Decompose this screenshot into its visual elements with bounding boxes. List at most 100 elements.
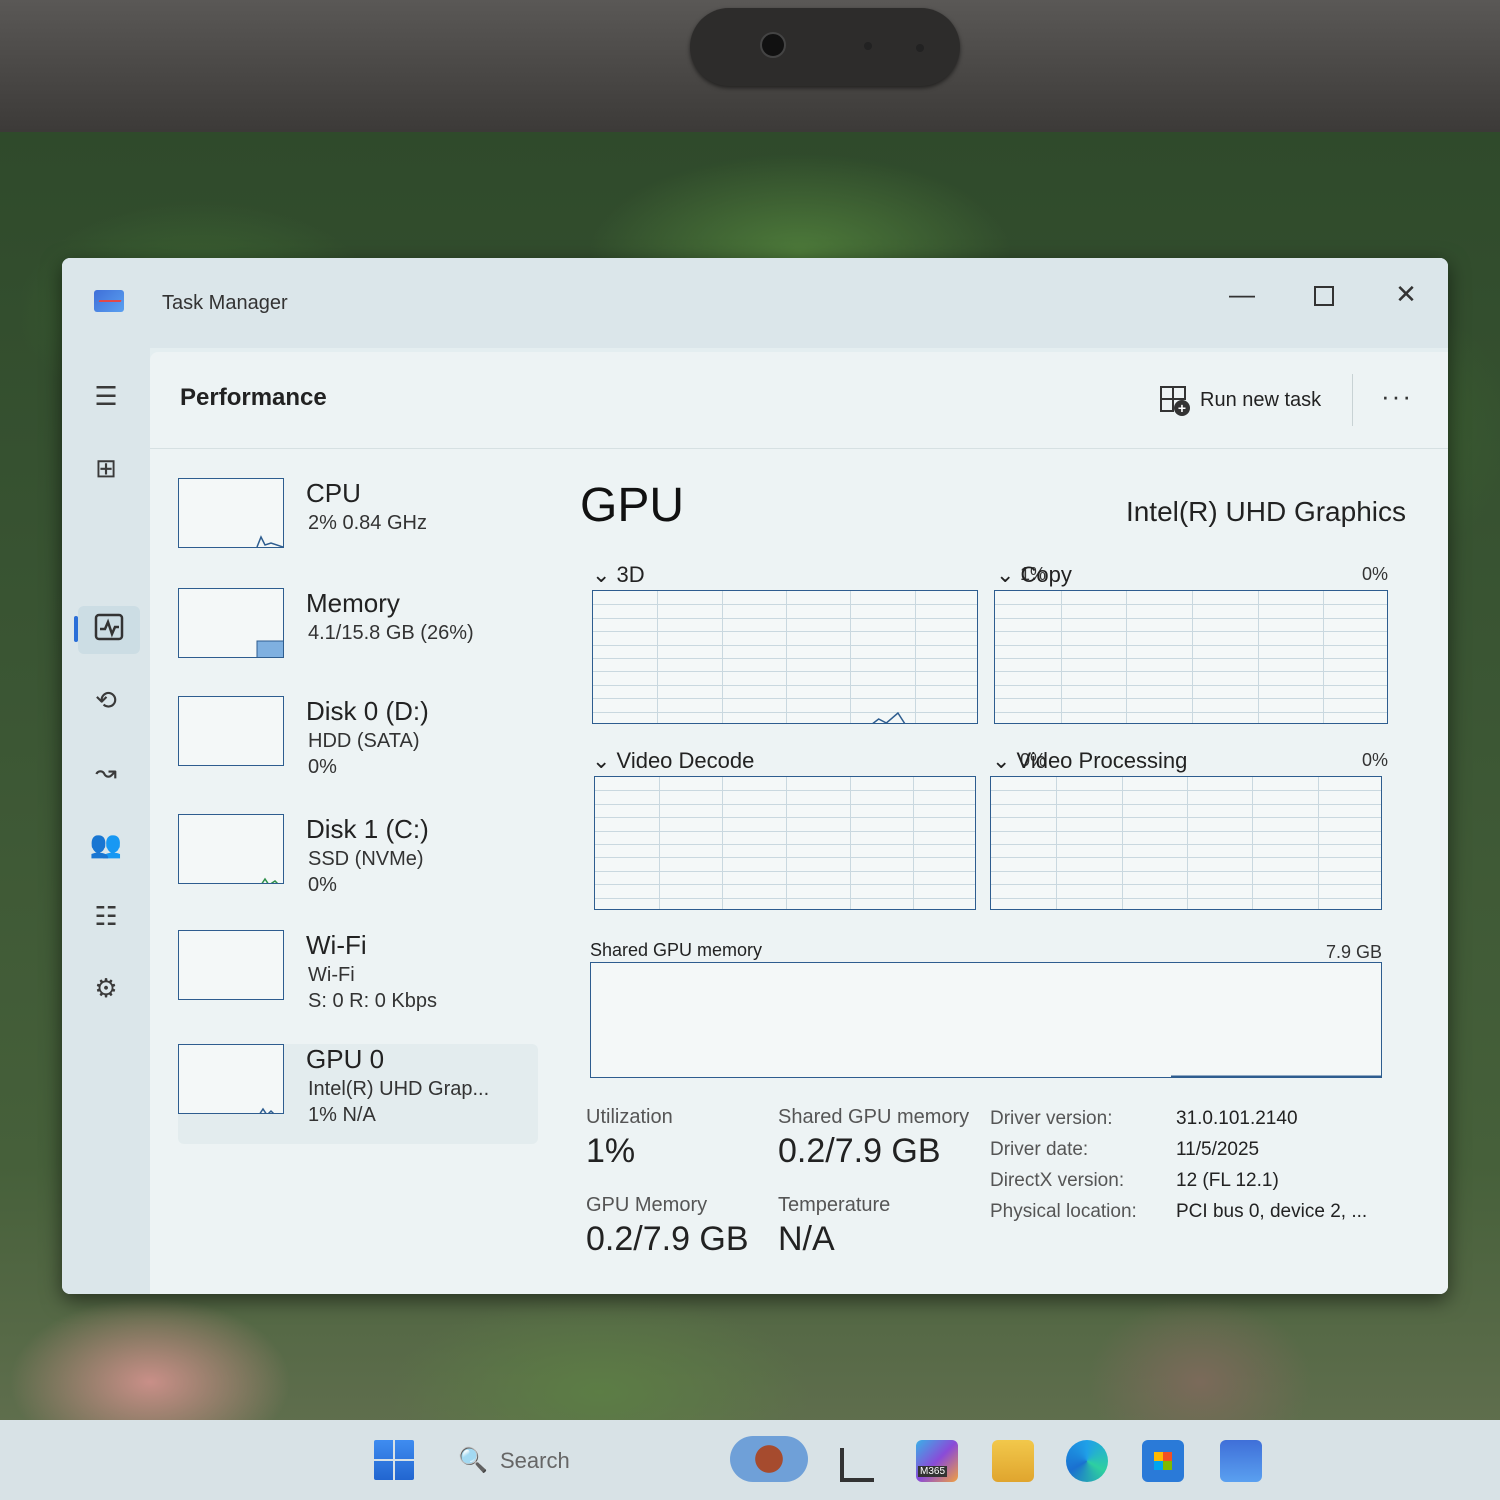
taskbar: 🔍 Search	[0, 1420, 1500, 1500]
device-name: Disk 0 (D:)	[306, 696, 429, 726]
details-icon[interactable]: ☷	[84, 894, 128, 938]
device-item-gpu0[interactable]: GPU 0 Intel(R) UHD Grap... 1% N/A	[178, 1044, 538, 1144]
device-name: Memory	[306, 588, 400, 618]
device-type: HDD (SATA)	[308, 730, 420, 752]
driver-version-label: Driver version:	[990, 1108, 1113, 1129]
physical-location-value: PCI bus 0, device 2, ...	[1176, 1201, 1368, 1222]
utilization-value: 1%	[586, 1132, 636, 1170]
run-task-icon: +	[1160, 386, 1190, 416]
directx-version-label: DirectX version:	[990, 1170, 1125, 1191]
store-icon[interactable]	[1142, 1440, 1184, 1482]
services-icon[interactable]: ⚙	[84, 966, 128, 1010]
driver-date-value: 11/5/2025	[1176, 1139, 1260, 1160]
nav-active-indicator	[74, 616, 78, 642]
driver-version-value: 31.0.101.2140	[1176, 1108, 1298, 1129]
device-item-disk0[interactable]: Disk 0 (D:) HDD (SATA) 0%	[178, 696, 538, 796]
chart-video-decode-selector[interactable]: ⌄ Video Decode	[592, 748, 754, 774]
chart-video-processing	[990, 776, 1382, 910]
chart-3d	[592, 590, 978, 724]
shared-gpu-memory-value: 0.2/7.9 GB	[778, 1132, 941, 1170]
search-icon: 🔍	[458, 1447, 488, 1474]
startup-apps-icon[interactable]: ↝	[84, 750, 128, 794]
cpu-thumbnail-graph	[178, 478, 284, 548]
page-title: Performance	[180, 384, 327, 411]
device-type: Wi-Fi	[308, 964, 355, 986]
chevron-down-icon: ⌄	[592, 562, 617, 587]
device-throughput: S: 0 R: 0 Kbps	[308, 990, 437, 1012]
device-item-memory[interactable]: Memory 4.1/15.8 GB (26%)	[178, 588, 538, 688]
device-stats: 2% 0.84 GHz	[308, 512, 427, 534]
chart-copy-selector[interactable]: ⌄ Copy	[996, 562, 1072, 588]
edge-icon[interactable]	[1066, 1440, 1108, 1482]
gpu0-thumbnail-graph	[178, 1044, 284, 1114]
temperature-label: Temperature	[778, 1194, 891, 1216]
m365-badge: M365	[918, 1466, 948, 1477]
minimize-button[interactable]: —	[1212, 272, 1272, 316]
widgets-icon[interactable]	[730, 1436, 808, 1482]
header-divider	[1352, 374, 1353, 426]
utilization-label: Utilization	[586, 1106, 673, 1128]
chart-video-decode	[594, 776, 976, 910]
device-usage: 0%	[308, 874, 337, 896]
device-item-cpu[interactable]: CPU 2% 0.84 GHz	[178, 478, 538, 578]
physical-location-label: Physical location:	[990, 1201, 1137, 1222]
chart-copy-percent: 0%	[1361, 564, 1388, 584]
chart-3d-usage-line	[872, 711, 906, 723]
device-name: GPU 0	[306, 1044, 385, 1074]
maximize-icon	[1314, 286, 1334, 307]
users-icon[interactable]: 👥	[84, 822, 128, 866]
gpu-heading: GPU	[580, 479, 685, 532]
performance-page: Performance + Run new task ··· CPU 2% 0.…	[150, 352, 1448, 1294]
device-usage: 1% N/A	[308, 1104, 376, 1126]
gpu-memory-label: GPU Memory	[586, 1194, 708, 1216]
menu-icon[interactable]: ☰	[84, 374, 128, 418]
chart-shared-gpu-memory	[590, 962, 1382, 1078]
window-title: Task Manager	[162, 292, 288, 314]
device-name: CPU	[306, 478, 361, 508]
chart-3d-selector[interactable]: ⌄ 3D	[592, 562, 645, 588]
chevron-down-icon: ⌄	[992, 748, 1017, 773]
taskbar-search[interactable]: 🔍 Search	[446, 1434, 686, 1486]
device-stats: 4.1/15.8 GB (26%)	[308, 622, 474, 644]
directx-version-value: 12 (FL 12.1)	[1176, 1170, 1279, 1191]
device-item-wifi[interactable]: Wi-Fi Wi-Fi S: 0 R: 0 Kbps	[178, 930, 538, 1030]
maximize-button[interactable]	[1294, 272, 1354, 316]
webcam-sensor	[864, 42, 872, 50]
device-type: SSD (NVMe)	[308, 848, 424, 870]
file-manager-icon[interactable]	[840, 1448, 874, 1482]
shared-memory-chart-max: 7.9 GB	[1325, 942, 1382, 962]
gpu-memory-value: 0.2/7.9 GB	[586, 1220, 749, 1258]
memory-thumbnail-graph	[178, 588, 284, 658]
run-new-task-button[interactable]: + Run new task	[1150, 376, 1331, 424]
processes-icon[interactable]: ⊞	[84, 446, 128, 490]
gpu-model-name: Intel(R) UHD Graphics	[1125, 496, 1406, 527]
navigation-rail: ☰ ⊞ ⟲ ↝ 👥 ☷ ⚙ ⚙	[62, 348, 150, 1294]
device-model: Intel(R) UHD Grap...	[308, 1078, 490, 1100]
temperature-value: N/A	[778, 1220, 835, 1258]
task-manager-app-icon	[94, 290, 124, 312]
page-header: Performance + Run new task ···	[150, 352, 1448, 449]
performance-icon[interactable]	[88, 606, 132, 650]
more-options-button[interactable]: ···	[1372, 378, 1422, 422]
shared-gpu-memory-label: Shared GPU memory	[778, 1106, 970, 1128]
device-item-disk1[interactable]: Disk 1 (C:) SSD (NVMe) 0%	[178, 814, 538, 914]
disk1-thumbnail-graph	[178, 814, 284, 884]
title-bar[interactable]: Task Manager — ✕	[62, 258, 1448, 348]
disk0-thumbnail-graph	[178, 696, 284, 766]
file-explorer-icon[interactable]	[992, 1440, 1034, 1482]
chart-video-processing-selector[interactable]: ⌄ Video Processing	[992, 748, 1187, 774]
close-button[interactable]: ✕	[1376, 272, 1436, 316]
start-icon[interactable]	[374, 1440, 414, 1480]
run-new-task-label: Run new task	[1200, 388, 1322, 411]
app-history-icon[interactable]: ⟲	[84, 678, 128, 722]
search-placeholder: Search	[500, 1448, 570, 1473]
task-manager-icon[interactable]	[1220, 1440, 1262, 1482]
device-name: Wi-Fi	[306, 930, 367, 960]
chevron-down-icon: ⌄	[996, 562, 1021, 587]
chart-copy	[994, 590, 1388, 724]
chart-video-processing-percent: 0%	[1361, 750, 1388, 770]
task-manager-window: Task Manager — ✕ ☰ ⊞ ⟲ ↝ 👥 ☷ ⚙ ⚙ Perform…	[62, 258, 1448, 1294]
webcam-led	[916, 44, 924, 52]
webcam-lens	[760, 32, 786, 58]
device-name: Disk 1 (C:)	[306, 814, 429, 844]
